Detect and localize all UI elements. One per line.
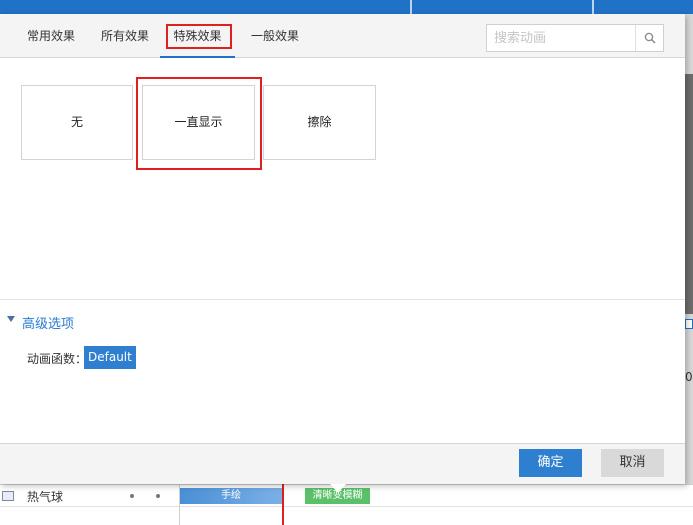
animation-effect-dialog: 常用效果 所有效果 特殊效果 一般效果 无 一直显示 擦除 高级选项 动画函数：… xyxy=(0,14,685,493)
search-button[interactable] xyxy=(635,25,663,51)
timeline-row-divider xyxy=(0,506,693,507)
lock-dot[interactable] xyxy=(156,494,160,498)
background-checkbox[interactable] xyxy=(685,319,693,329)
tab-common-effects[interactable]: 常用效果 xyxy=(27,14,75,58)
animation-search-box xyxy=(486,24,664,52)
easing-function-select[interactable]: Default xyxy=(84,346,136,369)
background-right-panel: 0 xyxy=(685,14,693,484)
dialog-footer: 确定 取消 xyxy=(0,443,685,484)
easing-function-label: 动画函数： xyxy=(27,352,88,366)
app-top-toolbar xyxy=(0,0,693,14)
toolbar-separator xyxy=(410,0,412,14)
confirm-button[interactable]: 确定 xyxy=(519,449,582,477)
tab-all-effects[interactable]: 所有效果 xyxy=(101,14,149,58)
advanced-options-toggle[interactable]: 高级选项 xyxy=(22,313,74,332)
background-dark-area xyxy=(685,74,693,314)
animation-search-input[interactable] xyxy=(487,25,635,51)
effect-tab-bar: 常用效果 所有效果 特殊效果 一般效果 xyxy=(0,14,685,58)
effect-card-wipe[interactable]: 擦除 xyxy=(263,85,376,160)
toolbar-separator xyxy=(592,0,594,14)
collapse-arrow-icon[interactable] xyxy=(7,316,15,322)
background-number: 0 xyxy=(685,370,693,384)
image-layer-icon xyxy=(2,491,14,501)
timeline-playhead[interactable] xyxy=(282,484,284,525)
effect-card-none[interactable]: 无 xyxy=(21,85,133,160)
dialog-pointer-arrow xyxy=(330,484,346,493)
section-divider xyxy=(0,299,685,300)
cancel-button[interactable]: 取消 xyxy=(601,449,664,477)
layer-name[interactable]: 热气球 xyxy=(27,488,63,505)
visibility-dot[interactable] xyxy=(130,494,134,498)
always-show-highlight-box xyxy=(136,77,262,170)
tab-general-effects[interactable]: 一般效果 xyxy=(251,14,299,58)
search-icon xyxy=(644,32,656,44)
special-tab-highlight-box xyxy=(166,24,232,49)
timeline-clip-handdrawn[interactable]: 手绘 xyxy=(180,488,282,504)
